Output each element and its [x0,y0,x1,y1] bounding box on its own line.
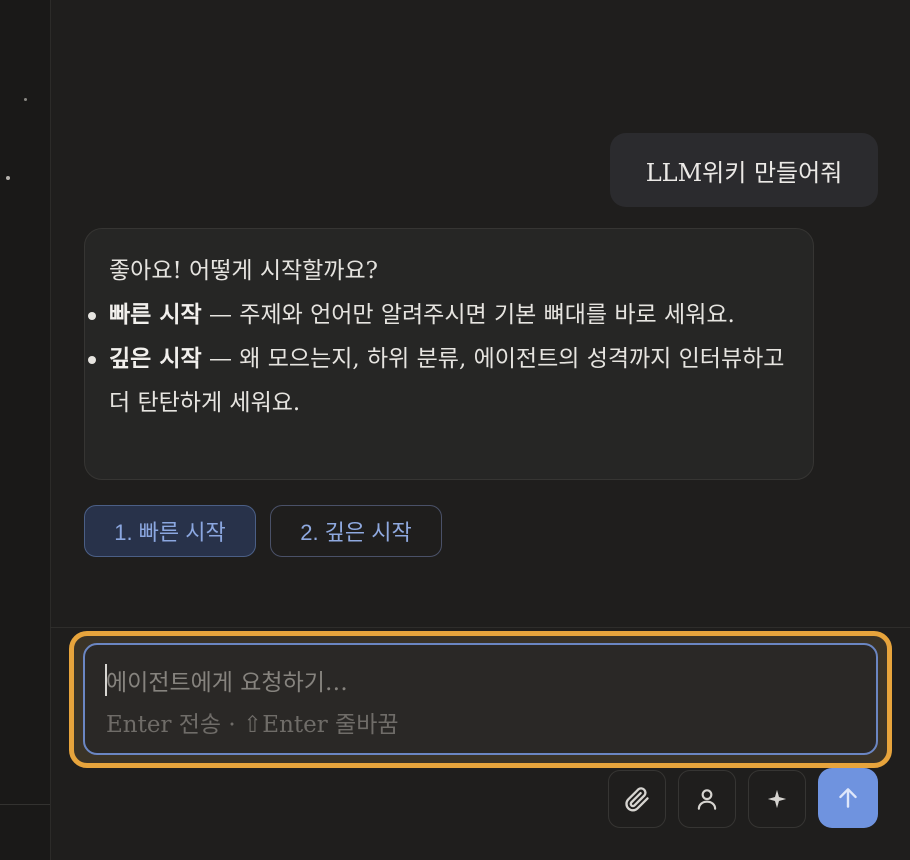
agent-profile-button[interactable] [678,770,736,828]
bullet-icon [88,356,96,364]
input-divider [50,627,910,628]
sidebar-dot [6,176,10,180]
paperclip-icon [625,787,649,812]
person-icon [697,789,717,810]
assistant-message-bubble: 좋아요! 어떻게 시작할까요? 빠른 시작 — 주제와 언어만 알려주시면 기본… [84,228,814,480]
attach-button[interactable] [608,770,666,828]
deep-start-button[interactable]: 2. 깊은 시작 [270,505,442,557]
user-message-text: LLM위키 만들어줘 [645,158,843,187]
text-caret [105,664,107,696]
input-hint: Enter 전송 · ⇧Enter 줄바꿈 [106,712,399,738]
input-placeholder: 에이전트에게 요청하기… [106,670,348,696]
assistant-intro: 좋아요! 어떻게 시작할까요? [109,258,378,284]
send-button[interactable] [818,768,878,828]
arrow-up-icon [839,788,857,808]
sidebar-divider [0,804,50,805]
option-separator: — [201,346,240,372]
assistant-option-list: 빠른 시작 — 주제와 언어만 알려주시면 기본 뼈대를 바로 세워요. 깊은 … [88,293,789,425]
bullet-icon [88,312,96,320]
sidebar-dot [24,98,27,101]
quick-start-button[interactable]: 1. 빠른 시작 [84,505,256,557]
sparkle-icon [767,789,787,809]
option-text: 주제와 언어만 알려주시면 기본 뼈대를 바로 세워요. [239,302,735,328]
assistant-option-item: 빠른 시작 — 주제와 언어만 알려주시면 기본 뼈대를 바로 세워요. [88,293,789,337]
user-message-bubble: LLM위키 만들어줘 [610,133,878,207]
assistant-option-item: 깊은 시작 — 왜 모으는지, 하위 분류, 에이전트의 성격까지 인터뷰하고 … [88,337,789,425]
sidebar [0,0,51,860]
option-title: 빠른 시작 [109,301,202,328]
option-title: 깊은 시작 [109,345,202,372]
ai-assist-button[interactable] [748,770,806,828]
option-separator: — [201,302,240,328]
